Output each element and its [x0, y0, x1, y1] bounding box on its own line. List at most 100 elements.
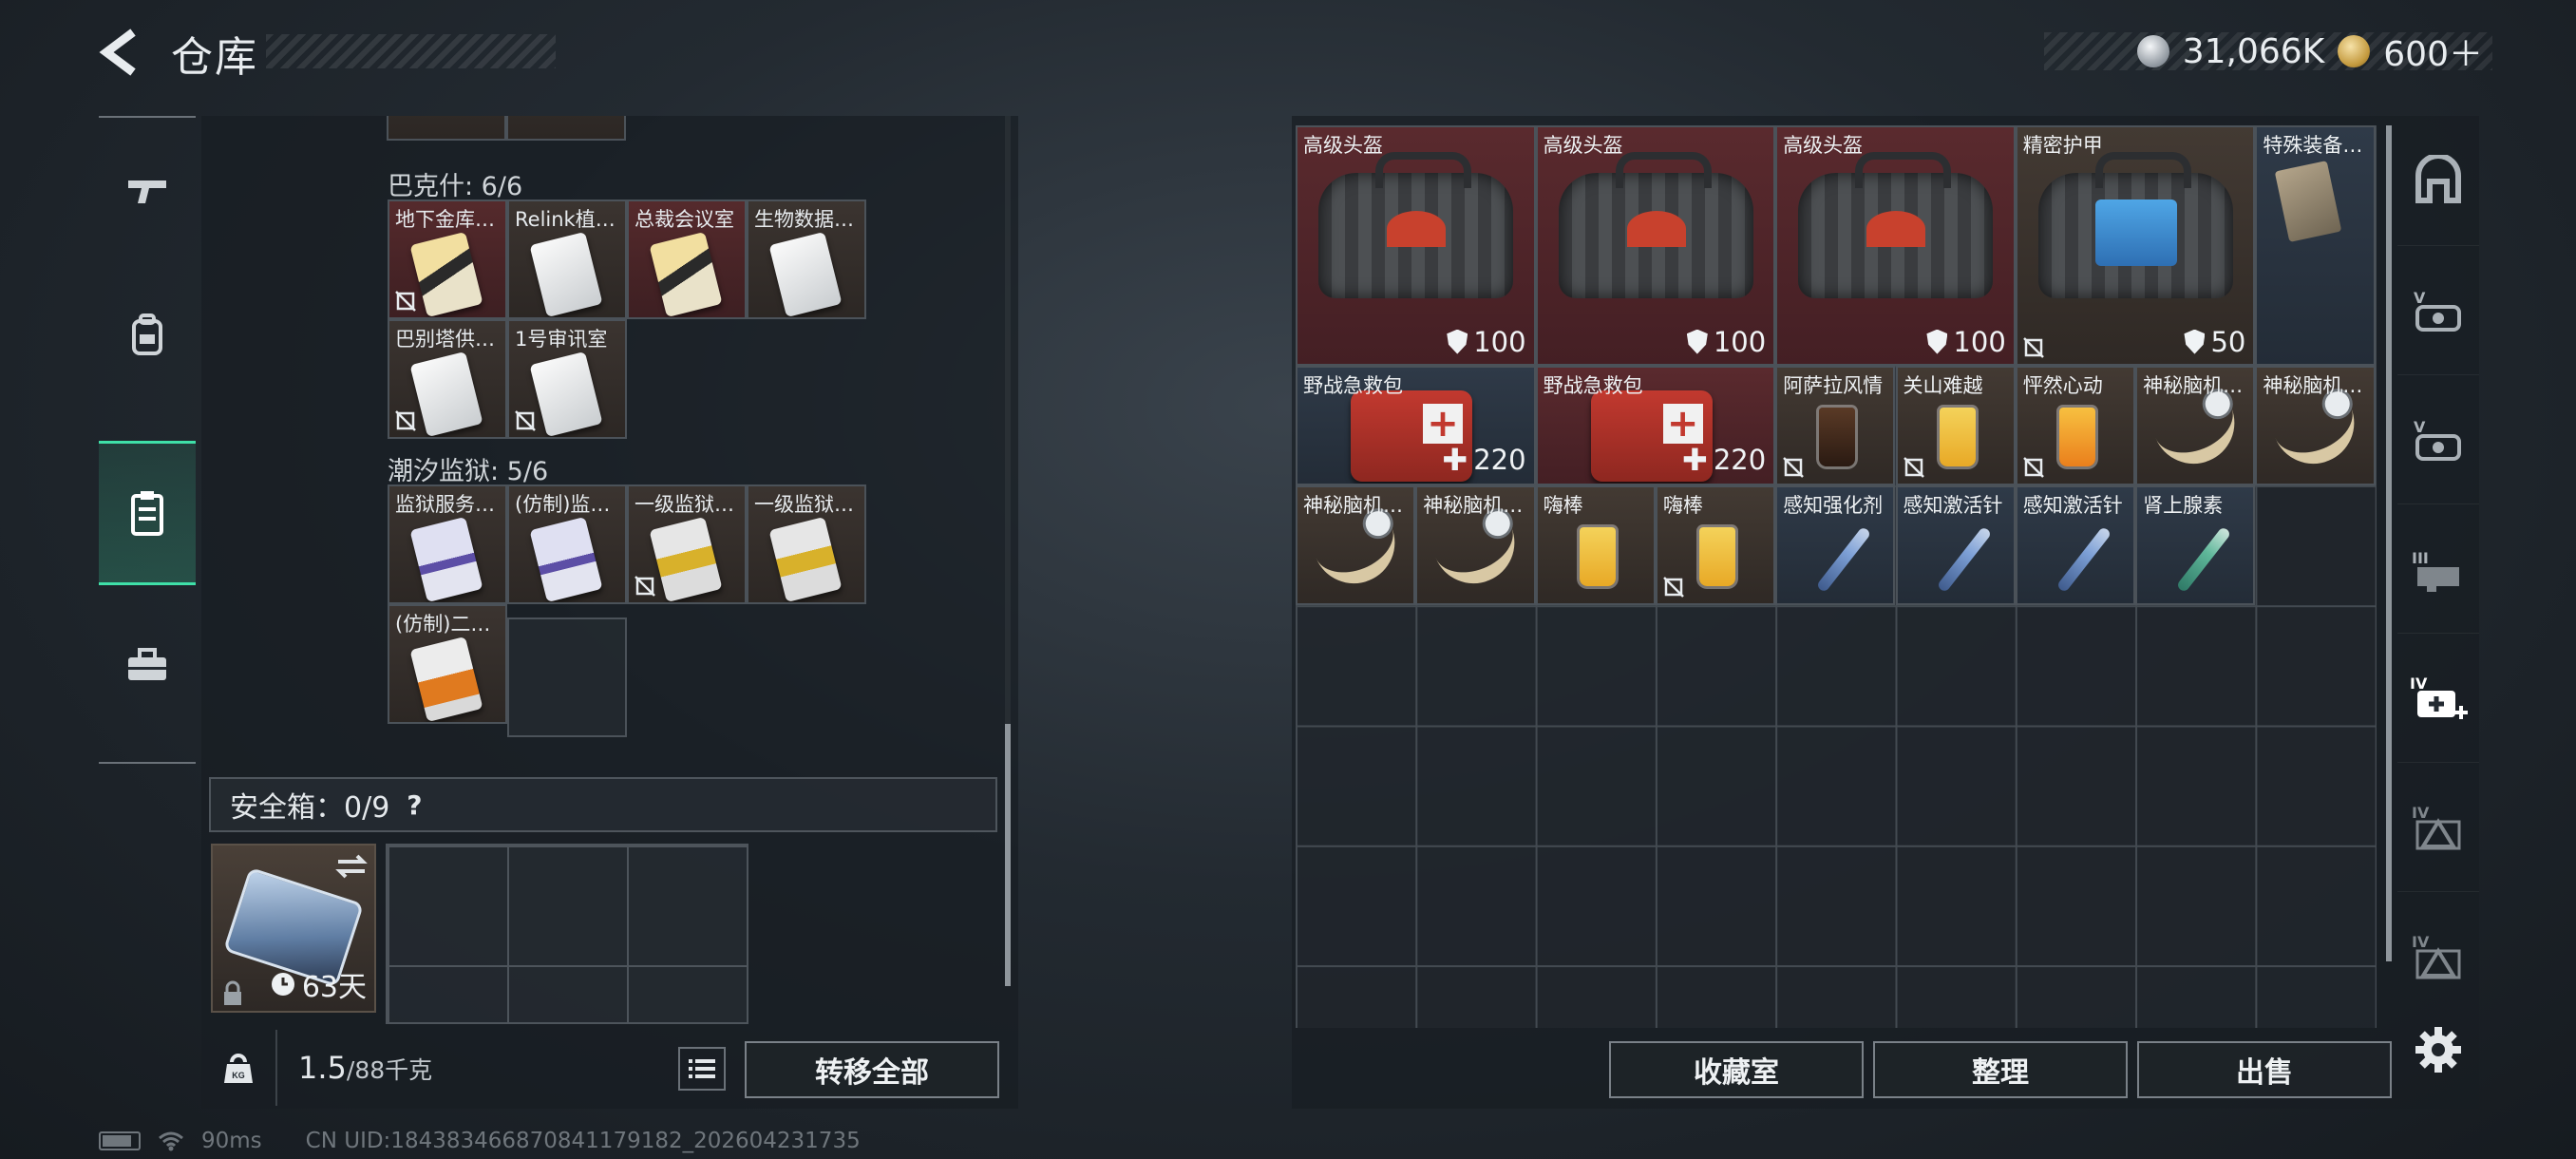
stash-item[interactable]: 神秘脑机…	[1415, 484, 1536, 606]
nav-gear-button[interactable]	[99, 262, 196, 407]
backpack-item[interactable]: (仿制)二…	[388, 604, 507, 724]
settings-gear-icon[interactable]	[2413, 1024, 2464, 1075]
item-name: 野战急救包	[1303, 373, 1403, 397]
item-name: 1号审讯室	[515, 328, 608, 351]
item-stat-value: 220	[1713, 443, 1767, 476]
transfer-all-button[interactable]: 转移全部	[745, 1041, 999, 1098]
backpack-item[interactable]: 总裁会议室	[627, 200, 747, 319]
stash-item[interactable]: 野战急救包 ✚220	[1296, 365, 1536, 485]
safe-box-help-button[interactable]: ?	[407, 789, 422, 821]
category-tier-iv-medical-button[interactable]: IV	[2397, 633, 2479, 762]
category-all-button[interactable]	[2397, 116, 2479, 245]
nav-storage-button[interactable]	[99, 441, 196, 585]
backpack-item[interactable]: (仿制)监…	[507, 484, 627, 604]
nav-weapon-button[interactable]	[99, 118, 196, 262]
group-label-bakshi: 巴克什: 6/6	[388, 172, 523, 201]
safe-box-days: 63天	[301, 971, 367, 1004]
tier-iv-medkit-icon: IV	[2410, 674, 2468, 719]
tier-iv-item-icon: IV	[2412, 804, 2461, 849]
item-name: 感知激活针	[1903, 493, 2003, 517]
clipped-item[interactable]	[387, 116, 506, 141]
stash-scrollbar[interactable]	[2386, 125, 2392, 961]
list-view-button[interactable]	[678, 1047, 726, 1091]
stash-item[interactable]: 阿萨拉风情	[1775, 365, 1896, 485]
backpack-item[interactable]: 一级监狱…	[627, 484, 747, 604]
category-tier-v-button[interactable]: V	[2397, 245, 2479, 374]
page-title: 仓库	[171, 33, 258, 82]
no-bind-icon	[395, 410, 416, 431]
nav-toolbox-button[interactable]	[99, 593, 196, 737]
item-name: Relink植…	[515, 208, 616, 231]
stash-item[interactable]: 神秘脑机…	[2255, 365, 2376, 485]
sort-button[interactable]: 整理	[1873, 1041, 2128, 1098]
helmet-bag-art	[1798, 152, 1994, 298]
backpack-item[interactable]: 监狱服务…	[388, 484, 507, 604]
backpack-item[interactable]: Relink植…	[507, 200, 627, 319]
stash-item[interactable]: 嗨棒	[1535, 484, 1656, 606]
empty-slot	[507, 618, 627, 737]
item-stat-value: 100	[1713, 325, 1767, 358]
status-bar: 90ms CN UID:18438346687084117918​2_20260…	[99, 1129, 861, 1153]
stash-item[interactable]: 神秘脑机…	[1296, 484, 1416, 606]
brain-chip-art	[1430, 515, 1527, 596]
backpack-item[interactable]: 地下金库…	[388, 200, 507, 319]
item-name: 肾上腺素	[2143, 493, 2224, 517]
group-label-tidal-prison: 潮汐监狱: 5/6	[388, 457, 549, 486]
item-name: (仿制)二…	[395, 613, 491, 636]
brain-chip-art	[2271, 395, 2367, 476]
category-tier-iv-button[interactable]: IV	[2397, 762, 2479, 891]
weight-readout: 1.5/88千克	[298, 1050, 432, 1086]
stash-item[interactable]: 高级头盔 100	[1535, 125, 1776, 366]
stash-item[interactable]: 神秘脑机…	[2135, 365, 2256, 485]
gold-amount[interactable]: 600＋	[2383, 27, 2483, 76]
item-name: 一级监狱…	[754, 493, 854, 516]
injector-art	[2175, 525, 2232, 594]
stash-item[interactable]: 肾上腺素	[2135, 484, 2256, 606]
item-name: (仿制)监…	[515, 493, 611, 516]
stash-item[interactable]: 感知激活针	[2015, 484, 2136, 606]
item-name: 巴别塔供…	[395, 328, 495, 351]
helmet-bag-art	[1558, 152, 1753, 298]
backpack-item[interactable]: 生物数据…	[747, 200, 866, 319]
stash-item[interactable]: 精密护甲 50	[2015, 125, 2256, 366]
tier-v-helmet-icon: V	[2414, 289, 2461, 332]
sell-button[interactable]: 出售	[2137, 1041, 2392, 1098]
item-name: 感知强化剂	[1783, 493, 1884, 517]
injector-art	[2055, 525, 2112, 594]
stash-item[interactable]: 感知强化剂	[1775, 484, 1896, 606]
equipment-case-art	[2275, 161, 2342, 242]
backpack-scroll-area[interactable]: 巴克什: 6/6 潮汐监狱: 5/6 地下金库… Relink植… 总裁会议室 生物数…	[201, 116, 1005, 771]
backpack-scrollbar-thumb[interactable]	[1005, 724, 1011, 986]
collection-room-button[interactable]: 收藏室	[1609, 1041, 1864, 1098]
item-name: 野战急救包	[1543, 373, 1643, 397]
category-tier-iii-button[interactable]: III	[2397, 504, 2479, 633]
no-bind-icon	[515, 410, 536, 431]
svg-text:IV: IV	[2412, 804, 2430, 822]
left-category-nav	[99, 116, 196, 764]
stash-item[interactable]: 野战急救包 ✚220	[1535, 365, 1776, 485]
backpack-item[interactable]: 一级监狱…	[747, 484, 866, 604]
clipped-item[interactable]	[506, 116, 626, 141]
backpack-item[interactable]: 巴别塔供…	[388, 319, 507, 439]
item-name: 神秘脑机…	[1423, 493, 1524, 517]
safe-box-item[interactable]: 63天	[211, 844, 376, 1013]
item-stat-value: 100	[1473, 325, 1526, 358]
stash-item[interactable]: 感知激活针	[1895, 484, 2016, 606]
stash-item[interactable]: 怦然心动	[2015, 365, 2136, 485]
stash-item[interactable]: 高级头盔 100	[1296, 125, 1536, 366]
silver-amount: 31,066K	[2182, 31, 2325, 71]
no-bind-icon	[1903, 457, 1924, 478]
stash-item[interactable]: 嗨棒	[1655, 484, 1776, 606]
svg-text:KG: KG	[232, 1071, 245, 1080]
item-name: 高级头盔	[1543, 134, 1623, 157]
back-arrow-icon[interactable]	[95, 27, 146, 78]
stash-item[interactable]: 高级头盔 100	[1775, 125, 2016, 366]
item-name: 一级监狱…	[635, 493, 734, 516]
safe-box-duration: 63天	[270, 963, 367, 1005]
stash-item[interactable]: 特殊装备…	[2255, 125, 2376, 366]
category-tier-iv-button-2[interactable]: IV	[2397, 891, 2479, 1020]
stash-item[interactable]: 关山难越	[1895, 365, 2016, 485]
backpack-item[interactable]: 1号审讯室	[507, 319, 627, 439]
category-tier-v-button-2[interactable]: V	[2397, 374, 2479, 504]
ping-readout: 90ms	[201, 1129, 262, 1153]
